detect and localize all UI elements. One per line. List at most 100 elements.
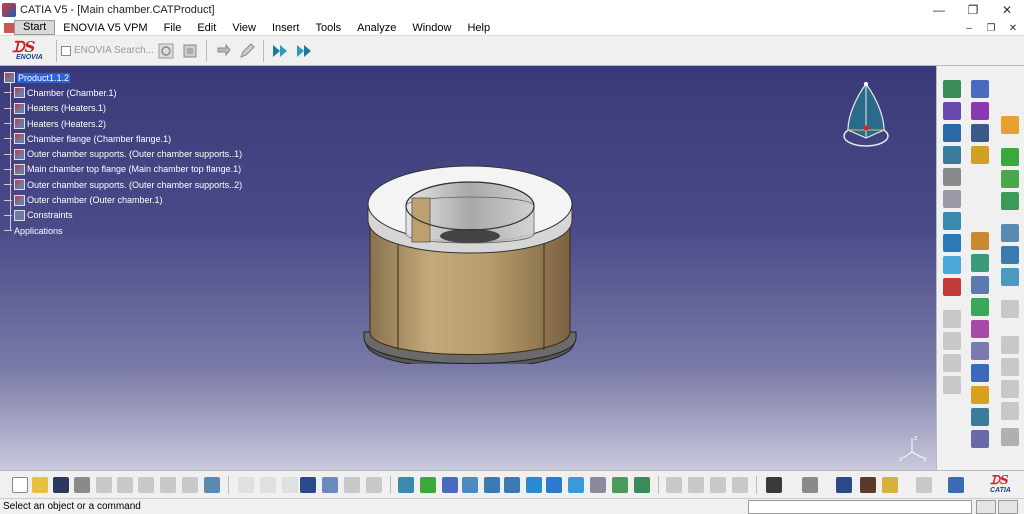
tree-node-constraints[interactable]: Constraints	[4, 208, 242, 223]
sectioning-icon[interactable]	[943, 354, 961, 372]
menu-start[interactable]: Start	[14, 20, 56, 35]
search-checkbox[interactable]	[61, 45, 71, 56]
update-all-icon[interactable]	[1001, 170, 1019, 188]
measure-inertia-icon[interactable]	[1001, 268, 1019, 286]
select-arrow-icon[interactable]	[1001, 116, 1019, 134]
chamber-3d-model[interactable]	[360, 164, 580, 364]
menu-analyze[interactable]: Analyze	[349, 20, 404, 36]
tree-node-top-flange[interactable]: Main chamber top flange (Main chamber to…	[4, 162, 242, 177]
tree-node-applications[interactable]: Applications	[4, 223, 242, 238]
product-structure-icon[interactable]	[943, 80, 961, 98]
whats-this-icon[interactable]	[204, 477, 220, 493]
zoom-out-icon[interactable]	[504, 477, 520, 493]
existing-component-icon[interactable]	[943, 146, 961, 164]
fix-component-icon[interactable]	[971, 232, 989, 250]
command-confirm-button[interactable]	[976, 500, 996, 514]
tree-node-chamber-flange[interactable]: Chamber flange (Chamber flange.1)	[4, 131, 242, 146]
flag-note-icon[interactable]	[1001, 358, 1019, 376]
law-icon[interactable]	[836, 477, 852, 493]
flag-icon-2[interactable]	[294, 41, 314, 61]
fix-together-icon[interactable]	[971, 254, 989, 272]
constraint-contact-icon[interactable]	[971, 102, 989, 120]
generate-numbering-icon[interactable]	[943, 212, 961, 230]
close-button[interactable]: ✕	[990, 0, 1024, 20]
doc-minimize-button[interactable]: –	[958, 20, 980, 36]
open-icon[interactable]	[32, 477, 48, 493]
measure-item-icon[interactable]	[1001, 246, 1019, 264]
menu-file[interactable]: File	[156, 20, 190, 36]
tree-node-chamber[interactable]: Chamber (Chamber.1)	[4, 85, 242, 100]
tree-icon[interactable]	[322, 477, 338, 493]
shading-icon[interactable]	[590, 477, 606, 493]
fly-icon[interactable]	[398, 477, 414, 493]
swap-space-icon[interactable]	[634, 477, 650, 493]
clash-icon[interactable]	[943, 332, 961, 350]
undo-icon[interactable]	[160, 477, 176, 493]
3d-viewport[interactable]: Product1.1.2 Chamber (Chamber.1) Heaters…	[0, 66, 936, 470]
mold-icon[interactable]	[710, 477, 726, 493]
knowledge-icon[interactable]	[802, 477, 818, 493]
menu-insert[interactable]: Insert	[264, 20, 308, 36]
compass-icon[interactable]	[838, 80, 898, 152]
constraint-angle-icon[interactable]	[971, 146, 989, 164]
menu-help[interactable]: Help	[459, 20, 498, 36]
cube-icon[interactable]	[948, 477, 964, 493]
catalog-icon[interactable]	[971, 430, 989, 448]
enovia-logo-icon[interactable]: ᗪS ENOVIA	[8, 37, 52, 65]
doc-restore-button[interactable]: ❐	[980, 20, 1002, 36]
pan-icon[interactable]	[442, 477, 458, 493]
flexible-rigid-icon[interactable]	[971, 298, 989, 316]
copy-format-icon[interactable]	[732, 477, 748, 493]
spacer-icon[interactable]	[860, 477, 876, 493]
measure-between-icon[interactable]	[1001, 224, 1019, 242]
paste-icon[interactable]	[138, 477, 154, 493]
replace-icon[interactable]	[943, 168, 961, 186]
command-input[interactable]	[748, 500, 972, 514]
tools-option-icon[interactable]	[366, 477, 382, 493]
formula-icon[interactable]	[238, 477, 254, 493]
menu-window[interactable]: Window	[404, 20, 459, 36]
minimize-button[interactable]: —	[922, 0, 956, 20]
quick-constraint-icon[interactable]	[971, 276, 989, 294]
stop-manipulate-icon[interactable]	[943, 310, 961, 328]
search-object-icon[interactable]	[156, 41, 176, 61]
comment-icon[interactable]	[260, 477, 276, 493]
constraint-offset-icon[interactable]	[971, 124, 989, 142]
refresh-icon[interactable]	[213, 41, 233, 61]
measure-icon[interactable]	[666, 477, 682, 493]
pencil-icon[interactable]	[237, 41, 257, 61]
skip-icon[interactable]	[688, 477, 704, 493]
restore-button[interactable]: ❐	[956, 0, 990, 20]
hide-show-icon[interactable]	[612, 477, 628, 493]
explode-icon[interactable]	[943, 278, 961, 296]
snap-icon[interactable]	[943, 234, 961, 252]
print-icon[interactable]	[74, 477, 90, 493]
tree-root[interactable]: Product1.1.2	[4, 70, 242, 85]
pointer-icon[interactable]	[282, 477, 298, 493]
menu-edit[interactable]: Edit	[189, 20, 224, 36]
enovia-search[interactable]: ENOVIA Search...	[61, 42, 154, 60]
catalog-browser-icon[interactable]	[344, 477, 360, 493]
rotate-icon[interactable]	[462, 477, 478, 493]
iso-view-icon[interactable]	[568, 477, 584, 493]
view-annotation-icon[interactable]	[1001, 380, 1019, 398]
object-icon[interactable]	[180, 41, 200, 61]
normal-view-icon[interactable]	[526, 477, 542, 493]
change-constraint-icon[interactable]	[971, 320, 989, 338]
distance-icon[interactable]	[943, 376, 961, 394]
grid-icon[interactable]	[300, 477, 316, 493]
repeat-icon[interactable]	[916, 477, 932, 493]
menu-tools[interactable]: Tools	[307, 20, 349, 36]
reuse-pattern-icon[interactable]	[971, 342, 989, 360]
multi-view-icon[interactable]	[546, 477, 562, 493]
tree-node-outer-supports-2[interactable]: Outer chamber supports. (Outer chamber s…	[4, 177, 242, 192]
tree-node-outer-supports-1[interactable]: Outer chamber supports. (Outer chamber s…	[4, 146, 242, 161]
scene-icon[interactable]	[971, 408, 989, 426]
part-insert-icon[interactable]	[943, 124, 961, 142]
tree-node-outer-chamber[interactable]: Outer chamber (Outer chamber.1)	[4, 192, 242, 207]
zoom-in-icon[interactable]	[484, 477, 500, 493]
update-icon[interactable]	[1001, 148, 1019, 166]
tree-node-heaters-2[interactable]: Heaters (Heaters.2)	[4, 116, 242, 131]
component-icon[interactable]	[943, 102, 961, 120]
dimension-icon[interactable]	[1001, 300, 1019, 318]
